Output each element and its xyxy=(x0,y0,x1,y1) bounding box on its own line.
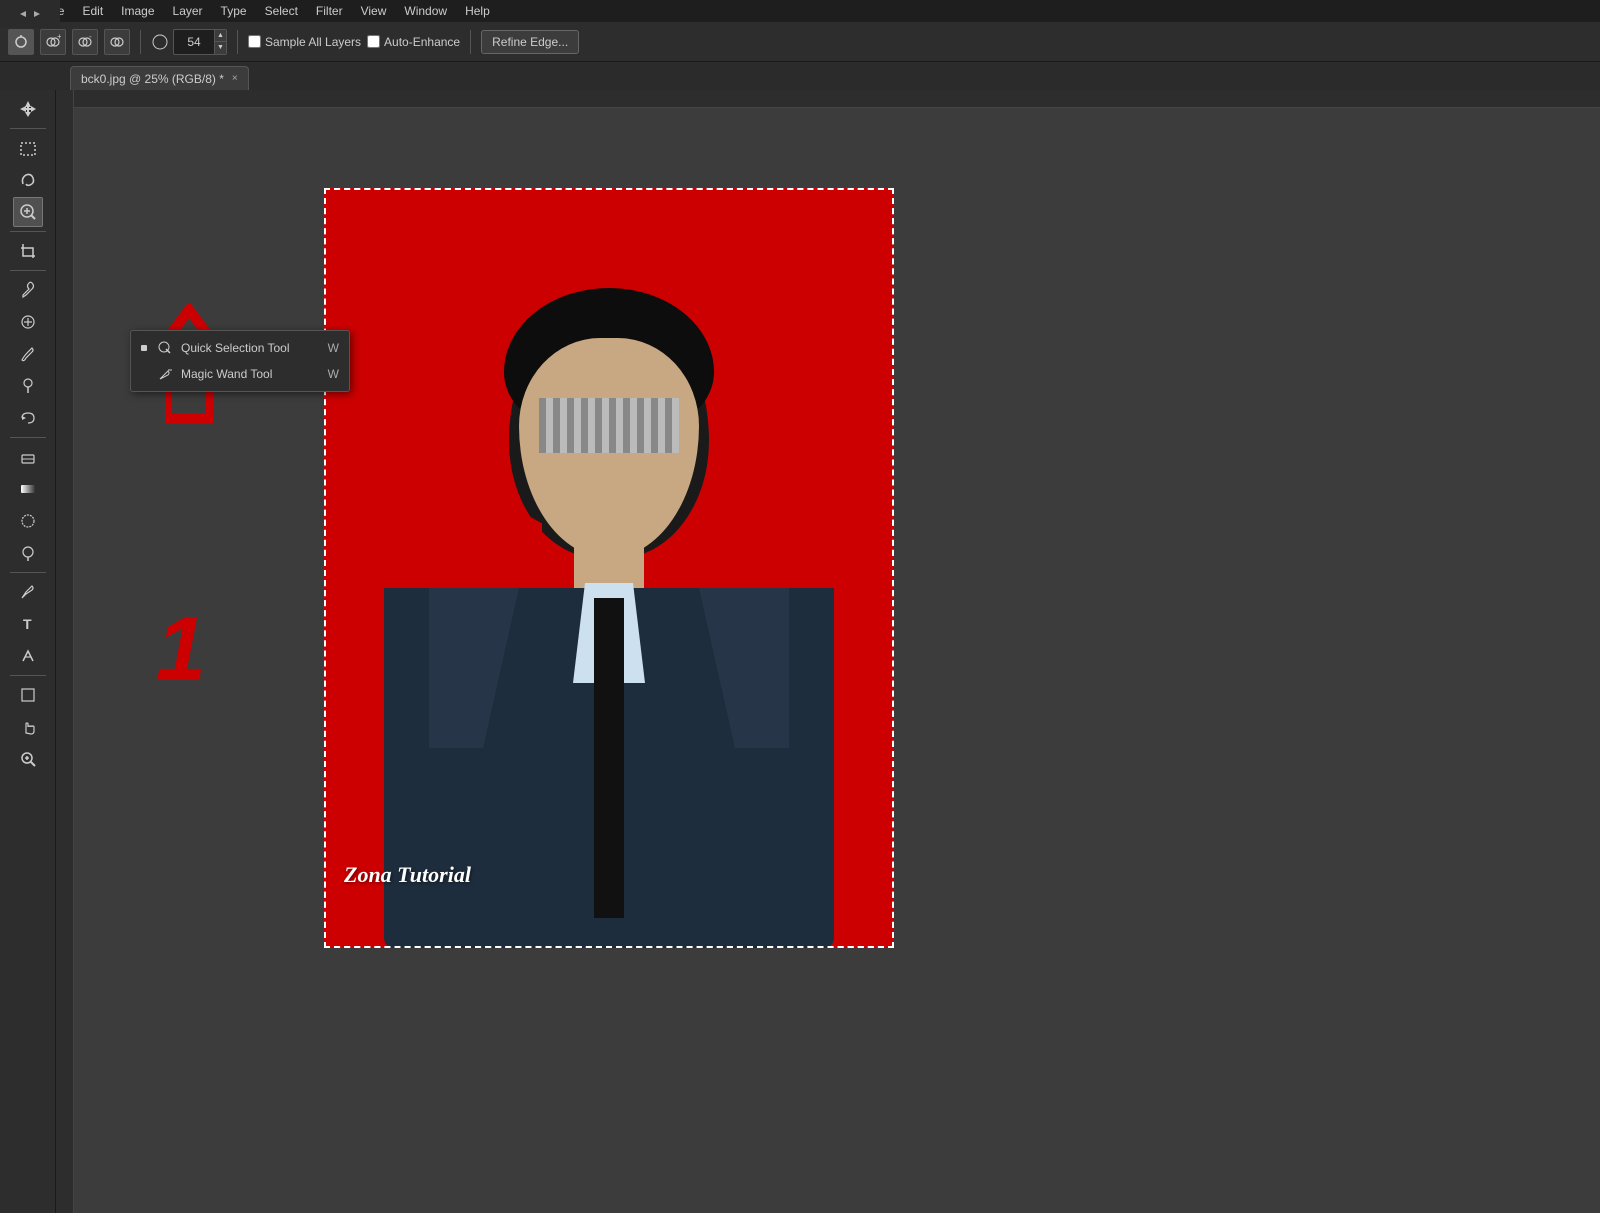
blur-tool[interactable] xyxy=(13,506,43,536)
refine-edge-button[interactable]: Refine Edge... xyxy=(481,30,579,54)
flyout-quick-selection[interactable]: Quick Selection Tool W xyxy=(131,335,349,361)
svg-text:T: T xyxy=(23,616,32,632)
dodge-tool[interactable] xyxy=(13,538,43,568)
history-brush-tool[interactable] xyxy=(13,403,43,433)
left-arrow-icon xyxy=(18,9,28,19)
menu-edit[interactable]: Edit xyxy=(74,2,111,20)
toolbar-divider-3 xyxy=(10,270,46,271)
eraser-tool[interactable] xyxy=(13,442,43,472)
menu-bar: Ps File Edit Image Layer Type Select Fil… xyxy=(0,0,1600,22)
tool-new-selection[interactable] xyxy=(8,29,34,55)
options-bar: + - 54 ▲ ▼ Sample All Layers Auto-Enhanc… xyxy=(0,22,1600,62)
pen-tool[interactable] xyxy=(13,577,43,607)
menu-layer[interactable]: Layer xyxy=(165,2,211,20)
brush-size-arrows: ▲ ▼ xyxy=(214,30,226,54)
eyedropper-tool[interactable] xyxy=(13,275,43,305)
canvas-document: Zona Tutorial xyxy=(324,188,894,948)
auto-enhance-label[interactable]: Auto-Enhance xyxy=(367,35,460,49)
tool-add-selection[interactable]: + xyxy=(40,29,66,55)
lasso-tool[interactable] xyxy=(13,165,43,195)
selection-marching-ants xyxy=(324,188,894,948)
move-tool[interactable] xyxy=(13,94,43,124)
path-select-tool[interactable] xyxy=(13,641,43,671)
menu-view[interactable]: View xyxy=(353,2,395,20)
instruction-number-1: 1 xyxy=(156,598,206,701)
menu-window[interactable]: Window xyxy=(396,2,455,20)
menu-type[interactable]: Type xyxy=(213,2,255,20)
gradient-tool[interactable] xyxy=(13,474,43,504)
toolbar-divider-5 xyxy=(10,572,46,573)
magic-wand-icon xyxy=(157,366,173,382)
text-tool[interactable]: T xyxy=(13,609,43,639)
svg-text:-: - xyxy=(89,34,92,41)
flyout-magic-wand[interactable]: Magic Wand Tool W xyxy=(131,361,349,387)
crop-tool[interactable] xyxy=(13,236,43,266)
options-separator-1 xyxy=(140,30,141,54)
toolbar: T xyxy=(0,90,56,1213)
menu-help[interactable]: Help xyxy=(457,2,498,20)
brush-size-icon xyxy=(151,33,169,51)
brush-size-down[interactable]: ▼ xyxy=(215,42,226,54)
auto-enhance-checkbox[interactable] xyxy=(367,35,380,48)
svg-text:+: + xyxy=(57,34,61,41)
sample-all-layers-label[interactable]: Sample All Layers xyxy=(248,35,361,49)
quick-selection-tool[interactable] xyxy=(13,197,43,227)
tab-filename: bck0.jpg @ 25% (RGB/8) * xyxy=(81,72,224,86)
toolbar-divider-2 xyxy=(10,231,46,232)
scroll-area: Quick Selection Tool W Magic Wand Tool W xyxy=(74,108,1600,1213)
tab-close-button[interactable]: × xyxy=(232,73,238,84)
tool-intersect-selection[interactable] xyxy=(104,29,130,55)
ruler-vertical xyxy=(56,90,74,1213)
menu-filter[interactable]: Filter xyxy=(308,2,351,20)
marquee-tool[interactable] xyxy=(13,133,43,163)
quick-selection-shortcut: W xyxy=(328,341,339,355)
shape-tool[interactable] xyxy=(13,680,43,710)
brush-tool[interactable] xyxy=(13,339,43,369)
tab-bar: bck0.jpg @ 25% (RGB/8) * × xyxy=(0,62,1600,90)
options-separator-3 xyxy=(470,30,471,54)
canvas-area: Quick Selection Tool W Magic Wand Tool W xyxy=(56,90,1600,1213)
brush-size-control: 54 ▲ ▼ xyxy=(151,29,227,55)
toolbar-divider-4 xyxy=(10,437,46,438)
toolbar-divider-1 xyxy=(10,128,46,129)
hand-tool[interactable] xyxy=(13,712,43,742)
tool-flyout-menu: Quick Selection Tool W Magic Wand Tool W xyxy=(130,330,350,392)
active-indicator xyxy=(141,345,147,351)
menu-image[interactable]: Image xyxy=(113,2,162,20)
main-area: T xyxy=(0,90,1600,1213)
tool-subtract-selection[interactable]: - xyxy=(72,29,98,55)
zoom-tool[interactable] xyxy=(13,744,43,774)
magic-wand-label: Magic Wand Tool xyxy=(181,367,272,381)
sample-all-layers-checkbox[interactable] xyxy=(248,35,261,48)
photo-background: Zona Tutorial xyxy=(324,188,894,948)
options-separator-2 xyxy=(237,30,238,54)
ruler-horizontal xyxy=(56,90,1600,108)
quick-selection-label: Quick Selection Tool xyxy=(181,341,290,355)
panel-arrows xyxy=(0,0,60,28)
magic-wand-shortcut: W xyxy=(328,367,339,381)
quick-selection-icon xyxy=(157,340,173,356)
brush-size-up[interactable]: ▲ xyxy=(215,30,226,42)
right-arrow-icon xyxy=(32,9,42,19)
document-tab[interactable]: bck0.jpg @ 25% (RGB/8) * × xyxy=(70,66,249,90)
brush-size-input[interactable]: 54 ▲ ▼ xyxy=(173,29,227,55)
menu-select[interactable]: Select xyxy=(257,2,306,20)
clone-stamp-tool[interactable] xyxy=(13,371,43,401)
toolbar-divider-6 xyxy=(10,675,46,676)
healing-brush-tool[interactable] xyxy=(13,307,43,337)
